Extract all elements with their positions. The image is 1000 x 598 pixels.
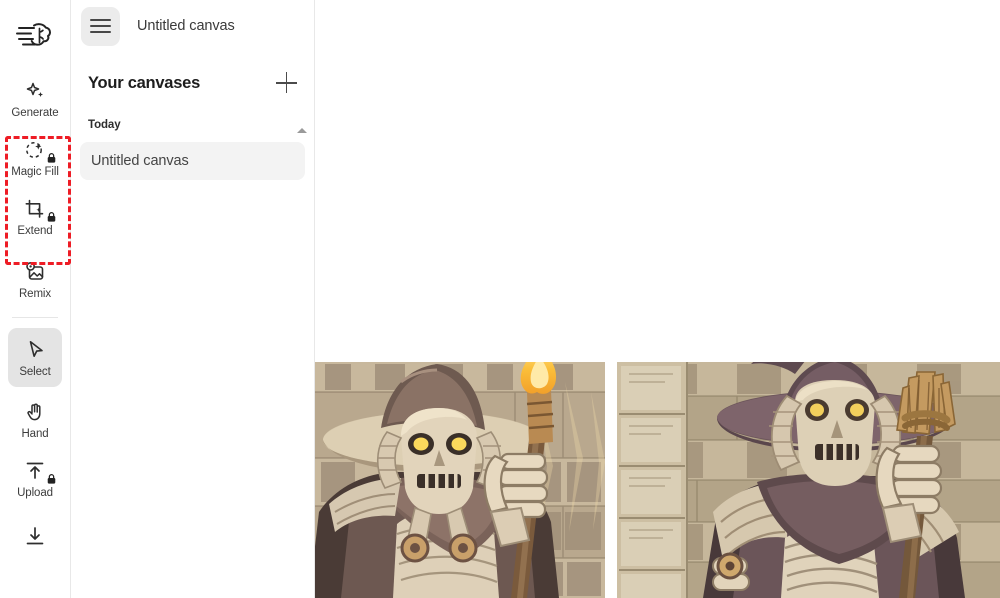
tool-select[interactable]: Select <box>8 328 62 387</box>
tool-label: Hand <box>21 428 49 440</box>
mummy-wizard-torch-left[interactable] <box>315 362 605 598</box>
tool-upload[interactable]: Upload <box>8 452 62 505</box>
lock-badge-icon <box>47 153 56 163</box>
canvas-stage[interactable] <box>315 0 1000 598</box>
your-canvases-header: Your canvases <box>71 72 314 94</box>
canvas-item-label: Untitled canvas <box>91 153 189 169</box>
extend-crop-icon <box>20 196 56 222</box>
lock-badge-icon <box>47 474 56 484</box>
canvas-list-panel: Untitled canvas Your canvases Today Unti… <box>71 0 315 598</box>
tool-extend[interactable]: Extend <box>8 190 62 243</box>
upload-arrow-icon <box>20 458 56 484</box>
tool-label: Select <box>19 366 51 378</box>
tool-label: Remix <box>18 288 52 300</box>
remix-image-icon <box>20 259 50 285</box>
plus-icon[interactable] <box>276 72 298 94</box>
tool-download[interactable] <box>8 517 62 557</box>
rail-divider <box>12 317 58 318</box>
tool-rail: Generate Magic Fill Extend Remix Select … <box>0 0 71 598</box>
tool-label: Magic Fill <box>11 166 59 178</box>
tool-magic-fill[interactable]: Magic Fill <box>8 131 62 184</box>
tool-remix[interactable]: Remix <box>8 253 62 306</box>
chevron-up-icon[interactable] <box>297 128 307 133</box>
hand-icon <box>20 399 50 425</box>
tool-label: Extend <box>17 225 53 237</box>
panel-header: Untitled canvas <box>71 0 314 52</box>
tool-generate[interactable]: Generate <box>8 72 62 125</box>
document-title: Untitled canvas <box>137 18 235 34</box>
group-label-today: Today <box>88 119 121 131</box>
tool-label: Generate <box>11 107 59 119</box>
hamburger-menu-icon[interactable] <box>81 6 120 46</box>
page-title: Your canvases <box>88 73 201 92</box>
brain-speed-logo[interactable] <box>13 14 57 58</box>
sparkles-icon <box>20 78 50 104</box>
magic-fill-icon <box>20 137 56 163</box>
lock-badge-icon <box>47 212 56 222</box>
list-item[interactable]: Untitled canvas <box>80 142 305 180</box>
mummy-wizard-broom-right[interactable] <box>617 362 1000 598</box>
tool-label: Upload <box>17 487 53 499</box>
cursor-arrow-icon <box>20 337 50 363</box>
tool-hand[interactable]: Hand <box>8 393 62 446</box>
download-arrow-icon <box>20 523 50 549</box>
application-root: Generate Magic Fill Extend Remix Select … <box>0 0 1000 598</box>
